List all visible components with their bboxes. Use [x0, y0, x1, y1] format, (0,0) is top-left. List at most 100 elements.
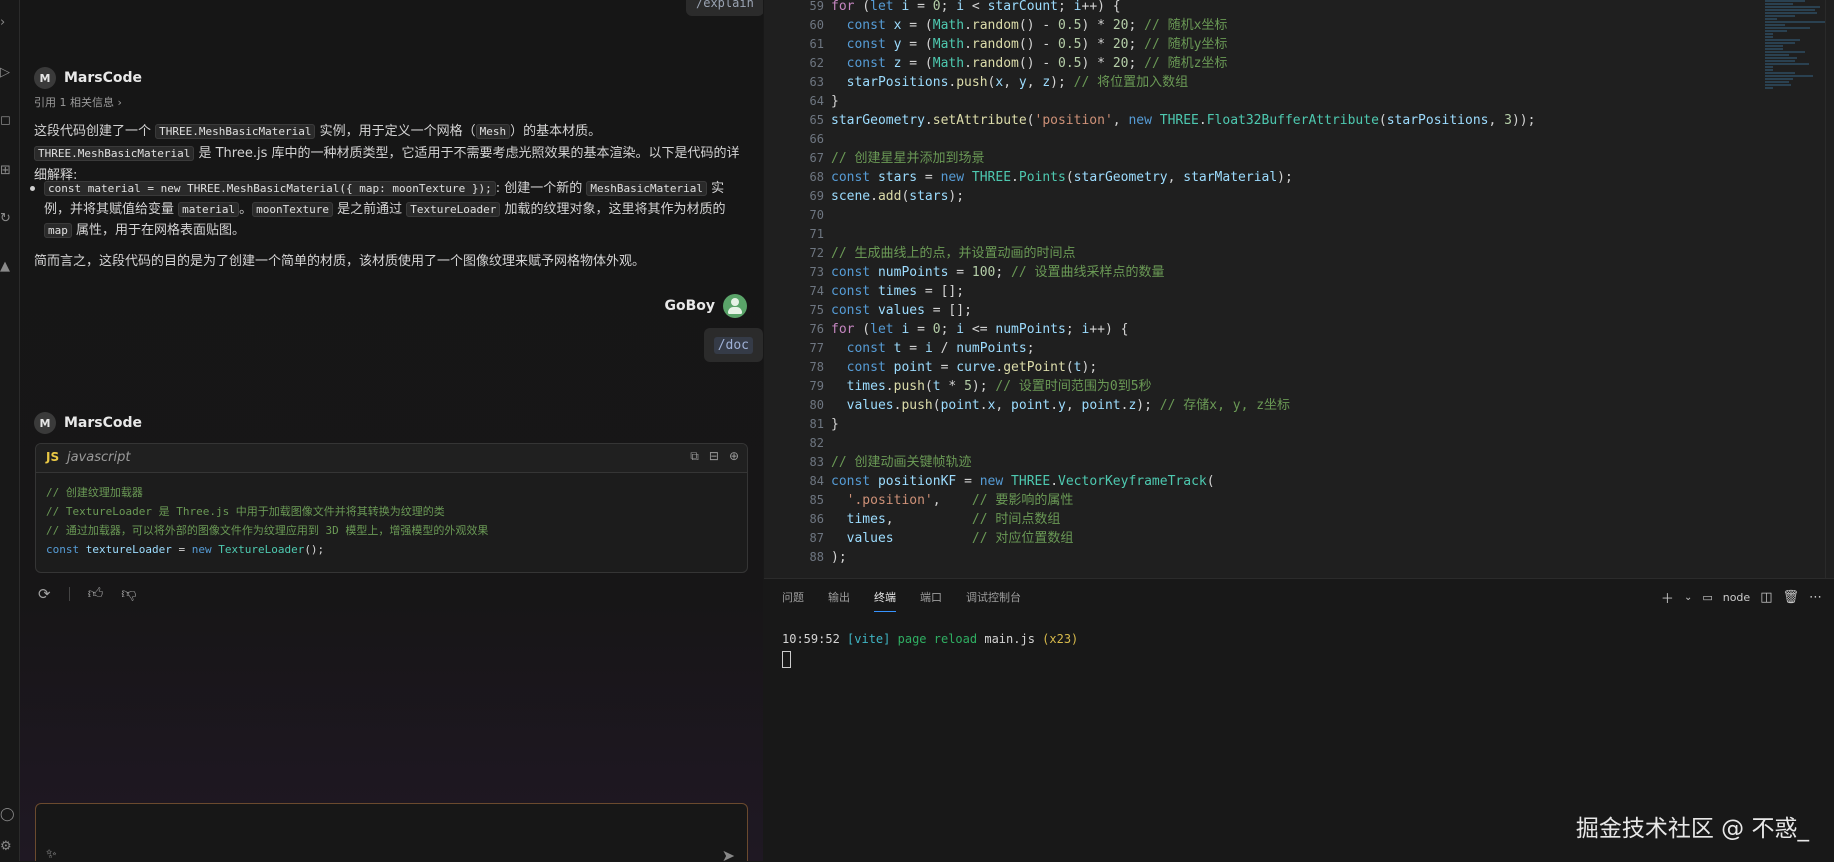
inline-code: THREE.MeshBasicMaterial [34, 146, 195, 161]
terminal-prompt[interactable] [782, 649, 1078, 674]
text: 加载的纹理对象，这里将其作为材质的 [500, 202, 726, 217]
line-number: 79 [809, 379, 824, 393]
code-editor[interactable]: 59 60 61 62 63 64 65 66 67 68 69 70 71 72 73 74 75 76 77 78… [764, 0, 1834, 578]
tab-3[interactable]: 端口 [920, 589, 942, 612]
source-control-icon[interactable]: ↻ [0, 208, 19, 230]
code-block-body: // 创建纹理加载器 // TextureLoader 是 Three.js 中… [36, 473, 747, 569]
marscode-icon[interactable]: ▲ [0, 256, 19, 278]
javascript-icon: JS [46, 450, 60, 464]
split-terminal-icon[interactable]: ◫ [1760, 590, 1772, 605]
code-line: for (let i = 0; i <= numPoints; i++) { [831, 322, 1129, 337]
minimap-line [1765, 69, 1773, 71]
line-number: 66 [809, 132, 824, 146]
tab-2[interactable]: 终端 [874, 589, 896, 612]
minimap-line [1765, 84, 1791, 86]
terminal-icon[interactable]: ▭ [1702, 591, 1712, 604]
previous-command-chip: /explain [686, 0, 763, 16]
trash-icon[interactable]: 🗑︎ [1782, 590, 1799, 605]
minimap-line [1765, 18, 1777, 20]
bot-name: MarsCode [64, 415, 143, 431]
line-number: 74 [809, 284, 824, 298]
minimap-line [1765, 48, 1783, 50]
code-line: starPositions.push(x, y, z); // 将位置加入数组 [846, 75, 1189, 90]
minimap[interactable] [1765, 0, 1827, 200]
inline-code: material [178, 202, 240, 217]
run-icon[interactable]: ▷ [0, 62, 19, 84]
code-line: // 创建星星并添加到场景 [831, 151, 985, 166]
editor-scrollbar[interactable] [1825, 0, 1834, 578]
chat-input[interactable]: ✨︎ ➤ [35, 803, 748, 861]
minimap-line [1765, 54, 1789, 56]
sparkle-icon[interactable]: ✨︎ [46, 847, 57, 861]
line-number: 86 [809, 512, 824, 526]
more-icon[interactable]: ⋯ [1809, 590, 1822, 605]
token: TextureLoader [218, 543, 305, 556]
minimap-line [1765, 72, 1795, 74]
user-header: GoBoy [20, 294, 747, 320]
chat-icon[interactable]: › [0, 12, 19, 34]
terminal-output[interactable]: 10:59:52 [vite] page reload main.js (x23… [782, 630, 1078, 674]
text: : 创建一个新的 [495, 181, 587, 196]
send-icon[interactable]: ➤ [722, 846, 735, 861]
tab-1[interactable]: 输出 [828, 589, 850, 612]
term-message: page reload [897, 632, 978, 646]
insert-icon[interactable]: ⊟ [709, 449, 719, 464]
explorer-icon[interactable]: ◻ [0, 110, 19, 132]
tab-4[interactable]: 调试控制台 [966, 589, 1021, 612]
line-number-gutter: 59 60 61 62 63 64 65 66 67 68 69 70 71 72 73 74 75 76 77 78… [764, 0, 824, 567]
token: const [46, 543, 80, 556]
code-line: times, // 时间点数组 [846, 512, 1061, 527]
marscode-logo-icon: M [34, 412, 56, 434]
code-block-header: JS javascript ⧉ ⊟ ⊕ [36, 444, 747, 473]
line-number: 80 [809, 398, 824, 412]
extensions-icon[interactable]: ⊞ [0, 160, 19, 182]
code-line: const t = i / numPoints; [846, 341, 1035, 356]
code-line: const y = (Math.random() - 0.5) * 20; //… [846, 37, 1228, 52]
response-bullet: const material = new THREE.MeshBasicMate… [30, 178, 744, 241]
code-block: JS javascript ⧉ ⊟ ⊕ // 创建纹理加载器 // Textur… [35, 443, 748, 573]
line-number: 87 [809, 531, 824, 545]
chevron-down-icon[interactable]: ⌄ [1684, 592, 1692, 603]
term-time: 10:59:52 [782, 632, 840, 646]
code-line: const positionKF = new THREE.VectorKeyfr… [831, 474, 1215, 489]
term-count: (x23) [1042, 632, 1079, 646]
code-content[interactable]: for (let i = 0; i < starCount; i++) { co… [831, 0, 1535, 567]
code-line: const stars = new THREE.Points(starGeome… [831, 170, 1293, 185]
minimap-line [1765, 39, 1800, 41]
line-number: 67 [809, 151, 824, 165]
copy-icon[interactable]: ⧉ [690, 449, 699, 464]
tab-0[interactable]: 问题 [782, 589, 804, 612]
user-command: /doc [713, 336, 753, 354]
settings-icon[interactable]: ⚙ [0, 836, 19, 858]
minimap-line [1765, 57, 1797, 59]
code-line: const z = (Math.random() - 0.5) * 20; //… [846, 56, 1228, 71]
response-summary: 简而言之，这段代码的目的是为了创建一个简单的材质，该材质使用了一个图像纹理来赋予… [34, 254, 646, 269]
line-number: 64 [809, 94, 824, 108]
regenerate-icon[interactable]: ⟳ [38, 585, 51, 603]
code-line: const values = []; [831, 303, 972, 318]
terminal-name[interactable]: node [1723, 591, 1750, 604]
thumbs-down-icon[interactable]: 👎︎ [121, 584, 136, 603]
line-number: 61 [809, 37, 824, 51]
token: textureLoader [85, 543, 172, 556]
activity-bar: › ▷ ◻ ⊞ ↻ ▲ ◯ ⚙ [0, 0, 20, 861]
term-tag: [vite] [847, 632, 891, 646]
line-number: 65 [809, 113, 824, 127]
line-number: 84 [809, 474, 824, 488]
reference-link[interactable]: 引用 1 相关信息 › [34, 94, 122, 110]
minimap-line [1765, 45, 1783, 47]
add-terminal-icon[interactable]: ＋ [1661, 588, 1674, 607]
watermark: 掘金技术社区 @ 不惑_ [1575, 816, 1809, 842]
minimap-line [1765, 24, 1785, 26]
account-icon[interactable]: ◯ [0, 804, 19, 826]
line-number: 78 [809, 360, 824, 374]
minimap-line [1765, 66, 1773, 68]
minimap-line [1765, 63, 1809, 65]
minimap-line [1765, 12, 1817, 14]
minimap-line [1765, 75, 1813, 77]
new-file-icon[interactable]: ⊕ [729, 449, 739, 464]
thumbs-up-icon[interactable]: 👍︎ [88, 584, 104, 603]
terminal-cursor [782, 651, 791, 668]
